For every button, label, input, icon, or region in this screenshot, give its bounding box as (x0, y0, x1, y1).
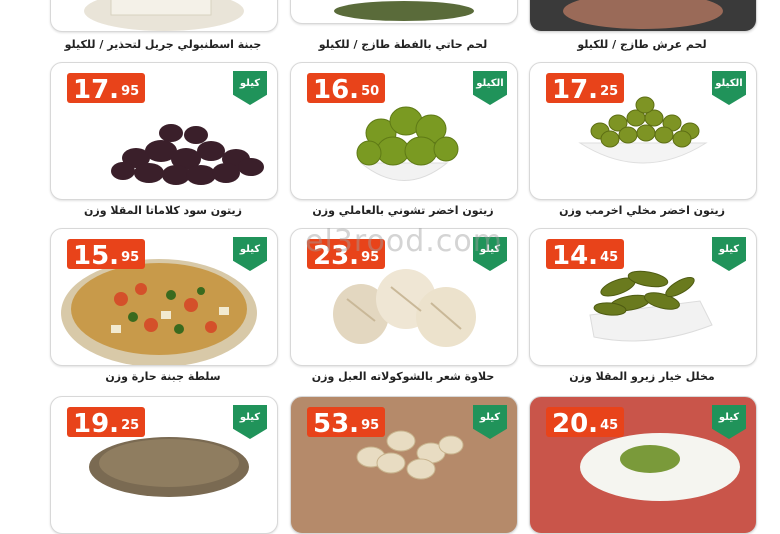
price-tag: 53. 95 (307, 407, 386, 437)
price-tag: 16. 50 (307, 73, 386, 103)
veal-meat-image (334, 1, 474, 21)
watermark: el3rood.com (305, 224, 503, 259)
product-caption: زيتون اخضر مخلي اخرمب وزن (559, 204, 725, 217)
caption-veal: لحم حاتي بالفطة طازج / للكيلو (318, 38, 488, 51)
price-tag: 17. 95 (67, 73, 146, 103)
meat-image (563, 0, 723, 29)
product-caption: مخلل خيار زيرو المقلا وزن (569, 370, 715, 383)
price-tag: 14. 45 (546, 239, 625, 269)
product-caption: زيتون سود كلاماتا المقلا وزن (84, 204, 242, 217)
product-caption: حلاوة شعر بالشوكولاته العبل وزن (311, 370, 495, 383)
price-tag: 20. 45 (546, 407, 625, 437)
price-tag: 19. 25 (67, 407, 146, 437)
price-tag: 17. 25 (546, 73, 625, 103)
cheese-image (84, 0, 244, 31)
price-tag: 15. 95 (67, 239, 146, 269)
product-caption: زيتون اخضر تشوني بالعاملي وزن (312, 204, 494, 217)
product-caption: سلطة جبنة حارة وزن (105, 370, 221, 383)
caption-meat: لحم عرش طازج / للكيلو (577, 38, 707, 51)
caption-cheese: جبنة اسطنبولي جريل لتحذير / للكيلو (64, 38, 262, 51)
